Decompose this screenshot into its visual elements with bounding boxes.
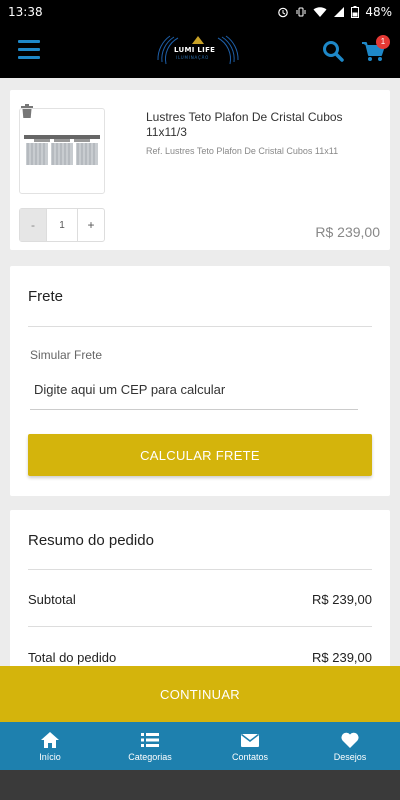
cep-input[interactable]	[30, 370, 358, 410]
status-bar: 13:38 48%	[0, 0, 400, 24]
shipping-card: Frete Simular Frete CALCULAR FRETE	[10, 266, 390, 496]
subtotal-value: R$ 239,00	[312, 592, 372, 607]
battery-icon	[351, 6, 360, 18]
app-header: LUMI LIFE ILUMINAÇÃO 1	[0, 24, 400, 78]
calculate-shipping-button[interactable]: CALCULAR FRETE	[28, 434, 372, 476]
product-title[interactable]: Lustres Teto Plafon De Cristal Cubos 11x…	[146, 110, 376, 140]
heart-icon	[341, 732, 359, 748]
nav-label: Início	[39, 751, 61, 762]
divider	[28, 326, 372, 327]
vibrate-icon	[296, 7, 306, 17]
product-ref: Ref. Lustres Teto Plafon De Cristal Cubo…	[146, 146, 339, 156]
order-summary-card: Resumo do pedido Subtotal R$ 239,00 Tota…	[10, 510, 390, 680]
status-time: 13:38	[8, 5, 43, 19]
status-icons: 48%	[277, 5, 392, 19]
mail-icon	[241, 733, 259, 747]
search-icon[interactable]	[321, 39, 345, 63]
battery-percent: 48%	[365, 5, 392, 19]
quantity-stepper: - 1 +	[19, 208, 105, 242]
cart-count-badge: 1	[376, 35, 390, 49]
wifi-icon	[313, 7, 327, 17]
subtotal-label: Subtotal	[28, 592, 76, 607]
nav-label: Contatos	[231, 751, 269, 762]
bottom-nav: Início Categorias Contatos Desejos	[0, 722, 400, 770]
system-nav-bar	[0, 770, 400, 800]
divider	[28, 626, 372, 627]
alarm-icon	[278, 7, 289, 18]
logo-text: LUMI LIFE	[174, 46, 216, 54]
quantity-value[interactable]: 1	[46, 209, 78, 241]
total-label: Total do pedido	[28, 650, 117, 665]
divider	[28, 569, 372, 570]
nav-label: Categorias	[128, 751, 172, 762]
nav-item-contatos[interactable]: Contatos	[200, 722, 300, 770]
shipping-title: Frete	[28, 288, 64, 305]
cart-item-card: Lustres Teto Plafon De Cristal Cubos 11x…	[10, 90, 390, 250]
home-icon	[41, 731, 59, 748]
trash-icon[interactable]	[18, 102, 36, 120]
nav-item-desejos[interactable]: Desejos	[300, 722, 400, 770]
increment-button[interactable]: +	[78, 209, 104, 241]
summary-title: Resumo do pedido	[28, 532, 154, 549]
nav-label: Desejos	[333, 751, 367, 762]
menu-icon[interactable]	[18, 40, 40, 60]
signal-icon	[334, 7, 345, 17]
total-value: R$ 239,00	[312, 650, 372, 665]
simulate-label: Simular Frete	[30, 348, 103, 362]
continue-button[interactable]: CONTINUAR	[0, 666, 400, 722]
product-price: R$ 239,00	[315, 224, 380, 240]
logo-subtext: ILUMINAÇÃO	[176, 55, 210, 60]
nav-item-categorias[interactable]: Categorias	[100, 722, 200, 770]
list-icon	[141, 732, 159, 747]
nav-item-inicio[interactable]: Início	[0, 722, 100, 770]
product-image[interactable]	[19, 108, 105, 194]
brand-logo[interactable]: LUMI LIFE ILUMINAÇÃO	[152, 32, 244, 70]
decrement-button[interactable]: -	[20, 209, 46, 241]
